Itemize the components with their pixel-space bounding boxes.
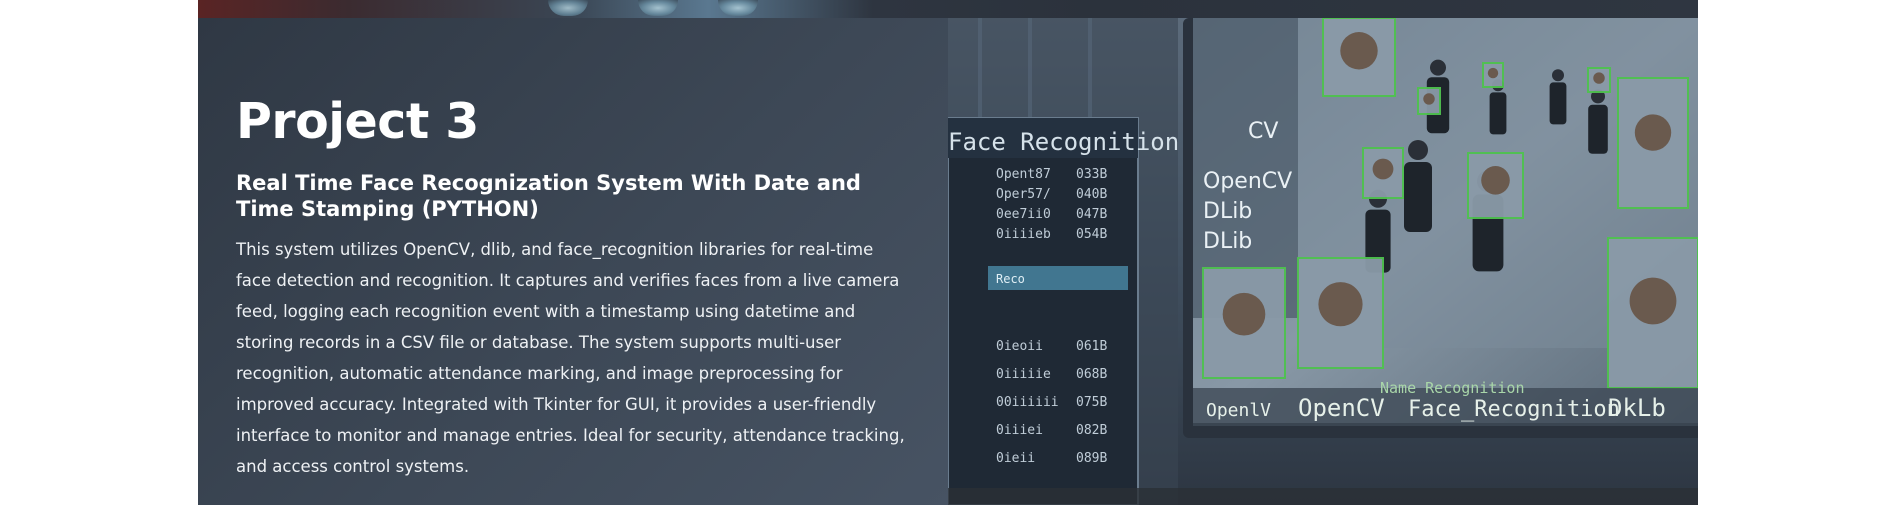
list-row: 0ieii [996,451,1035,466]
person-head [1552,69,1564,82]
project-title: Project 3 [236,93,479,150]
person-body [1549,82,1567,125]
project-text-panel: Project 3 Real Time Face Recognization S… [198,18,948,505]
bottom-label: OpenlV [1206,400,1271,421]
small-label: Reco [996,272,1025,286]
list-row-code: 061B [1076,339,1107,354]
list-row-code: 082B [1076,423,1107,438]
project-image: Face Recognition Reco Opent87 033B Oper57/… [948,18,1698,505]
bottom-label: Face_Recognition [1408,397,1620,422]
bottom-label: OpenCV [1298,394,1385,422]
list-row: 0iiiieb [996,227,1051,242]
decorative-light [548,0,588,16]
list-row: 0iiiei [996,423,1043,438]
face [1222,292,1266,336]
page-margin [1698,0,1901,505]
side-label: DLib [1203,199,1252,224]
person-head [1408,140,1428,160]
list-row: Oper57/ [996,187,1051,202]
project-subtitle: Real Time Face Recognization System With… [236,170,861,222]
page: Project 3 Real Time Face Recognization S… [0,0,1901,505]
face-recognition-illustration: Face Recognition Reco Opent87 033B Oper57/… [948,18,1698,505]
face [1487,67,1499,79]
list-row-code: 075B [1076,395,1107,410]
decorative-light [638,0,678,16]
project-card: Project 3 Real Time Face Recognization S… [198,18,1698,505]
list-row: Opent87 [996,167,1051,182]
project-description: This system utilizes OpenCV, dlib, and f… [236,240,905,477]
face [1629,277,1677,325]
list-row-code: 054B [1076,227,1107,242]
face [1634,114,1672,151]
decorative-light [718,0,758,16]
person-head [1430,59,1446,76]
side-label: OpenCV [1203,169,1292,194]
face [1318,282,1363,327]
person-body [1588,104,1608,154]
face [1481,166,1510,195]
list-row: 0ieoii [996,339,1043,354]
overlay-text: Name Recognition [1380,379,1525,397]
side-label: CV [1248,119,1278,144]
person-body [1489,92,1507,135]
panel-heading: Face Recognition [948,128,1179,156]
list-row-code: 068B [1076,367,1107,382]
list-row: 0ee7ii0 [996,207,1051,222]
list-row-code: 089B [1076,451,1107,466]
bottom-label: DkLb [1608,394,1666,422]
list-row: 0iiiiie [996,367,1051,382]
list-row-code: 033B [1076,167,1107,182]
list-row-code: 047B [1076,207,1107,222]
face [1593,72,1605,84]
face [1423,93,1435,105]
monitor: CV OpenCV DLib DLib Name Recognition OpenlV… [1183,18,1698,438]
face [1372,158,1394,180]
side-label: DLib [1203,229,1252,254]
list-row-code: 040B [1076,187,1107,202]
face [1340,32,1378,70]
person-body [1404,162,1432,232]
previous-card-image-edge [198,0,1698,18]
list-row: 00iiiiii [996,395,1059,410]
